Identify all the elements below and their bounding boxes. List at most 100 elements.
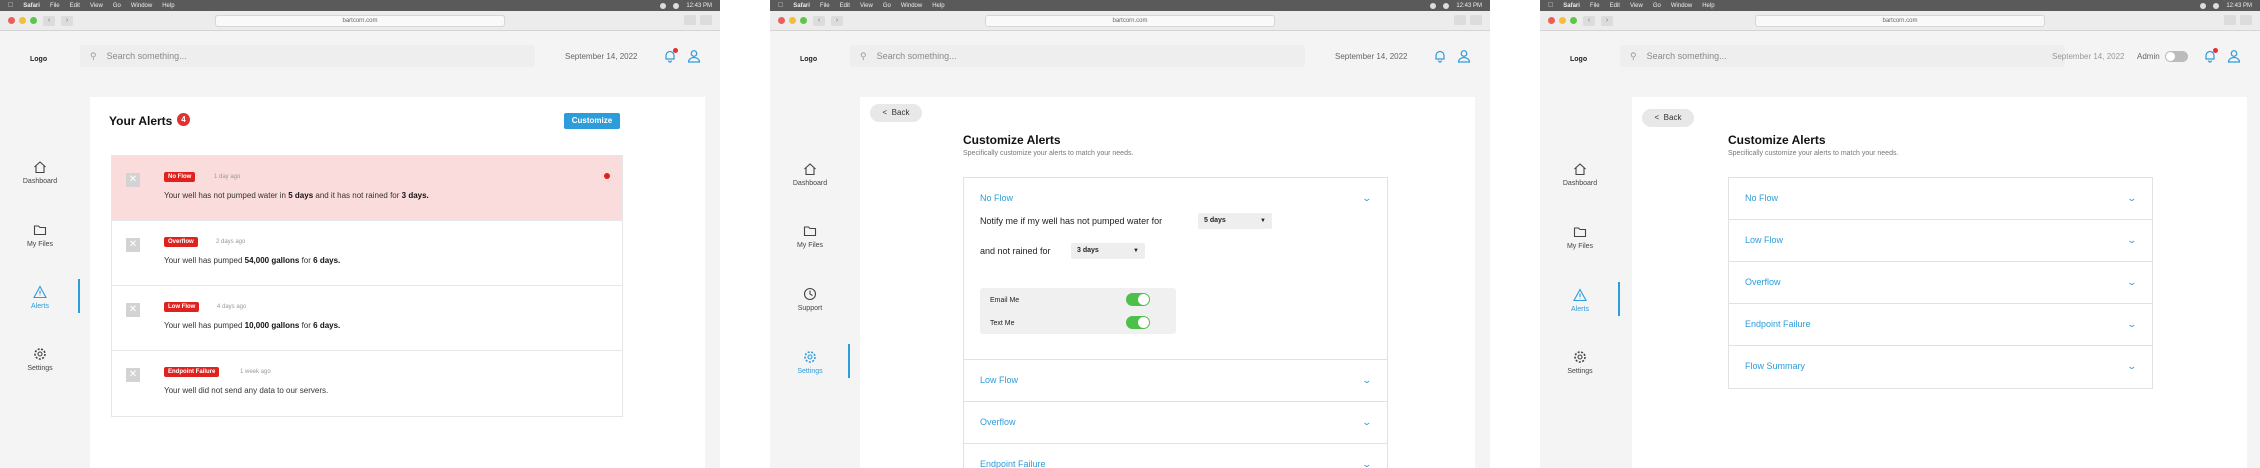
accordion-label[interactable]: Low Flow (1745, 235, 1783, 245)
sidebar-item-files[interactable]: My Files (770, 224, 850, 249)
accordion-label[interactable]: No Flow (1745, 193, 1778, 203)
alert-item[interactable]: ✕ Endpoint Failure 1 week ago Your well … (112, 351, 622, 416)
status-icon[interactable] (1430, 2, 1437, 9)
bell-icon[interactable] (1433, 49, 1447, 63)
accordion-label[interactable]: Endpoint Failure (1745, 319, 1811, 329)
share-icon[interactable] (684, 15, 696, 25)
dismiss-icon[interactable]: ✕ (126, 238, 140, 252)
chevron-down-icon[interactable]: ⌄ (2127, 193, 2138, 204)
close-window-icon[interactable] (8, 17, 15, 24)
accordion-label[interactable]: Flow Summary (1745, 361, 1805, 371)
alert-item[interactable]: ✕ Low Flow 4 days ago Your well has pump… (112, 286, 622, 351)
search-input[interactable]: ⚲ Search something... (1620, 45, 2065, 67)
chevron-down-icon[interactable]: ⌄ (1362, 375, 1373, 386)
menu-go[interactable]: Go (883, 3, 891, 9)
menu-window[interactable]: Window (131, 3, 152, 9)
email-toggle[interactable] (1126, 293, 1150, 306)
admin-toggle[interactable] (2165, 51, 2188, 62)
maximize-window-icon[interactable] (1570, 17, 1577, 24)
sidebar-item-settings[interactable]: Settings (1540, 350, 1620, 375)
chevron-down-icon[interactable]: ⌄ (2127, 319, 2138, 330)
wifi-icon[interactable] (1443, 2, 1450, 9)
menu-view[interactable]: View (860, 3, 873, 9)
sidebar-item-alerts[interactable]: Alerts (0, 279, 80, 313)
text-toggle[interactable] (1126, 316, 1150, 329)
user-icon[interactable] (687, 49, 701, 63)
forward-nav-icon[interactable]: › (831, 15, 843, 26)
maximize-window-icon[interactable] (30, 17, 37, 24)
menu-file[interactable]: File (820, 3, 830, 9)
back-nav-icon[interactable]: ‹ (813, 15, 825, 26)
sidebar-item-dashboard[interactable]: Dashboard (0, 160, 80, 185)
dismiss-icon[interactable]: ✕ (126, 303, 140, 317)
address-bar[interactable]: bartcorn.com (215, 15, 505, 27)
logo[interactable]: Logo (1570, 56, 1587, 63)
menu-safari[interactable]: Safari (1563, 3, 1580, 9)
menu-file[interactable]: File (1590, 3, 1600, 9)
chevron-down-icon[interactable]: ⌄ (2127, 277, 2138, 288)
accordion-no-flow[interactable]: No Flow ⌄ Notify me if my well has not p… (964, 178, 1387, 360)
chevron-down-icon[interactable]: ⌄ (2127, 361, 2138, 372)
sidebar-item-dashboard[interactable]: Dashboard (1540, 162, 1620, 187)
minimize-window-icon[interactable] (19, 17, 26, 24)
user-icon[interactable] (2227, 49, 2241, 63)
menu-view[interactable]: View (90, 3, 103, 9)
user-icon[interactable] (1457, 49, 1471, 63)
menu-go[interactable]: Go (113, 3, 121, 9)
chevron-down-icon[interactable]: ⌄ (1362, 417, 1373, 428)
menu-edit[interactable]: Edit (840, 3, 850, 9)
tabs-icon[interactable] (700, 15, 712, 25)
sidebar-item-files[interactable]: My Files (0, 223, 80, 248)
search-input[interactable]: ⚲ Search something... (80, 45, 535, 67)
clock[interactable]: 12:43 PM (686, 3, 712, 9)
accordion-label[interactable]: Endpoint Failure (980, 459, 1046, 468)
sidebar-item-settings[interactable]: Settings (0, 347, 80, 372)
menu-file[interactable]: File (50, 3, 60, 9)
back-nav-icon[interactable]: ‹ (1583, 15, 1595, 26)
close-window-icon[interactable] (1548, 17, 1555, 24)
accordion-label[interactable]: Overflow (980, 417, 1016, 427)
menu-window[interactable]: Window (1671, 3, 1692, 9)
forward-nav-icon[interactable]: › (61, 15, 73, 26)
minimize-window-icon[interactable] (1559, 17, 1566, 24)
menu-safari[interactable]: Safari (23, 3, 40, 9)
logo[interactable]: Logo (800, 56, 817, 63)
accordion-overflow[interactable]: Overflow ⌄ (964, 402, 1387, 444)
menu-view[interactable]: View (1630, 3, 1643, 9)
menu-edit[interactable]: Edit (70, 3, 80, 9)
chevron-down-icon[interactable]: ⌄ (1362, 193, 1373, 204)
menu-help[interactable]: Help (932, 3, 944, 9)
accordion-flow-summary[interactable]: Flow Summary ⌄ (1729, 346, 2152, 388)
accordion-label[interactable]: Low Flow (980, 375, 1018, 385)
wifi-icon[interactable] (673, 2, 680, 9)
apple-icon[interactable]:  (8, 2, 13, 9)
menu-help[interactable]: Help (1702, 3, 1714, 9)
share-icon[interactable] (2224, 15, 2236, 25)
logo[interactable]: Logo (30, 56, 47, 63)
search-input[interactable]: ⚲ Search something... (850, 45, 1305, 67)
dismiss-icon[interactable]: ✕ (126, 173, 140, 187)
menu-help[interactable]: Help (162, 3, 174, 9)
accordion-no-flow[interactable]: No Flow ⌄ (1729, 178, 2152, 220)
address-bar[interactable]: bartcorn.com (985, 15, 1275, 27)
minimize-window-icon[interactable] (789, 17, 796, 24)
sidebar-item-files[interactable]: My Files (1540, 225, 1620, 250)
alert-item[interactable]: ✕ Overflow 2 days ago Your well has pump… (112, 221, 622, 286)
chevron-down-icon[interactable]: ⌄ (2127, 235, 2138, 246)
menu-edit[interactable]: Edit (1610, 3, 1620, 9)
accordion-endpoint-failure[interactable]: Endpoint Failure ⌄ (1729, 304, 2152, 346)
menu-go[interactable]: Go (1653, 3, 1661, 9)
tabs-icon[interactable] (1470, 15, 1482, 25)
close-window-icon[interactable] (778, 17, 785, 24)
sidebar-item-dashboard[interactable]: Dashboard (770, 162, 850, 187)
menu-window[interactable]: Window (901, 3, 922, 9)
status-icon[interactable] (660, 2, 667, 9)
rain-days-select[interactable]: 3 days ▼ (1071, 243, 1145, 259)
sidebar-item-support[interactable]: Support (770, 287, 850, 312)
alert-item[interactable]: ✕ No Flow 1 day ago Your well has not pu… (112, 156, 622, 221)
dismiss-icon[interactable]: ✕ (126, 368, 140, 382)
accordion-label[interactable]: No Flow (980, 193, 1013, 203)
apple-icon[interactable]:  (778, 2, 783, 9)
clock[interactable]: 12:43 PM (2226, 3, 2252, 9)
back-button[interactable]: < Back (1642, 109, 1694, 127)
